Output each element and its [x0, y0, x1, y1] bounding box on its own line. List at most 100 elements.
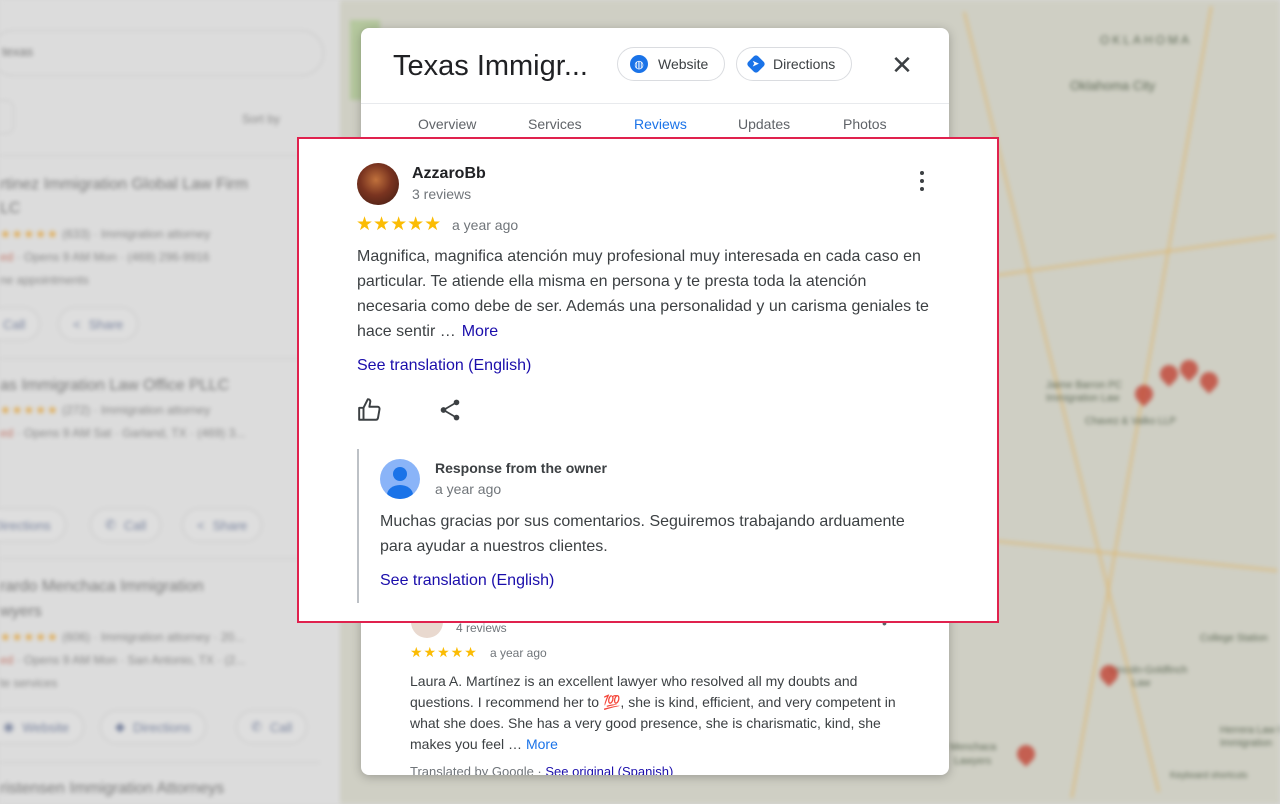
- listing-category: Immigration attorney: [100, 227, 211, 241]
- listing-name[interactable]: ristensen Immigration Attorneys: [0, 780, 224, 798]
- close-button[interactable]: ✕: [887, 50, 917, 80]
- results-list: texas Sort by rtinez Immigration Global …: [0, 0, 340, 804]
- map-pin[interactable]: [1013, 741, 1039, 767]
- call-button[interactable]: ✆ Call: [236, 710, 308, 744]
- share-button[interactable]: < Share: [182, 508, 263, 542]
- search-box[interactable]: [0, 30, 324, 76]
- review-time: a year ago: [490, 646, 547, 660]
- share-button[interactable]: < Share: [58, 307, 139, 341]
- share-button[interactable]: [437, 397, 463, 423]
- map-pin[interactable]: [1156, 361, 1182, 387]
- tab-reviews[interactable]: Reviews: [634, 116, 687, 132]
- listing-phone: (2...: [224, 653, 246, 667]
- more-link[interactable]: More: [526, 736, 558, 752]
- like-button[interactable]: [357, 397, 383, 423]
- owner-response-text: Muchas gracias por sus comentarios. Segu…: [380, 513, 905, 555]
- see-translation-link[interactable]: See translation (English): [380, 572, 554, 590]
- map-label-firm: Law: [1132, 678, 1151, 689]
- rating-stars: ★★★★★: [410, 644, 478, 660]
- owner-response-time: a year ago: [435, 481, 502, 497]
- map-label-firm: Chavez & Valko LLP: [1085, 416, 1176, 427]
- website-button[interactable]: ◍ Website: [617, 47, 726, 81]
- reviewer-name[interactable]: AzzaroBb: [412, 165, 486, 183]
- globe-icon: ◍: [630, 55, 648, 73]
- sort-label[interactable]: Sort by: [242, 112, 280, 126]
- listing-category: Immigration attorney: [100, 403, 211, 417]
- map-label-city: Oklahoma City: [1070, 78, 1156, 93]
- divider: [0, 762, 320, 763]
- directions-icon: ➤: [746, 54, 766, 74]
- more-vert-icon[interactable]: [911, 171, 933, 199]
- listing-hours: Opens 9 AM Mon: [24, 250, 117, 264]
- tab-overview[interactable]: Overview: [418, 116, 476, 132]
- share-icon: [440, 399, 460, 421]
- reviewer-meta: 3 reviews: [412, 186, 472, 202]
- map-label-firm: Lincoln-Goldfinch: [1110, 665, 1188, 676]
- listing-hours: Opens 9 AM Mon: [24, 653, 117, 667]
- thumbs-up-icon: [358, 398, 381, 421]
- map-label-firm: Lawyers: [954, 756, 992, 767]
- listing-place: San Antonio, TX: [127, 653, 214, 667]
- call-button[interactable]: Call: [0, 307, 41, 341]
- reviewer-meta[interactable]: 4 reviews: [456, 621, 507, 635]
- map-label-firm: Herrera Law Firm: [1220, 725, 1280, 736]
- map-label-state: OKLAHOMA: [1100, 33, 1193, 47]
- map-label-city: College Station: [1200, 633, 1268, 644]
- rating-count: (633): [62, 227, 91, 241]
- listing-name[interactable]: as Immigration Law Office PLLC: [0, 377, 229, 395]
- owner-response: Response from the owner a year ago Mucha…: [357, 449, 937, 603]
- see-original-link[interactable]: See original (Spanish): [545, 764, 673, 775]
- map-label-firm: Jaime Barron PC: [1046, 380, 1123, 391]
- see-translation-link[interactable]: See translation (English): [357, 357, 531, 375]
- close-icon: ✕: [891, 49, 913, 80]
- listing-name[interactable]: LC: [0, 200, 20, 218]
- divider: [0, 558, 320, 559]
- call-button[interactable]: ✆ Call: [90, 508, 162, 542]
- listing-extra: ne appointments: [0, 273, 89, 287]
- website-label: Website: [658, 56, 709, 72]
- tab-updates[interactable]: Updates: [738, 116, 790, 132]
- card-header: Texas Immigr... ◍ Website ➤ Directions ✕: [361, 28, 949, 104]
- listing-category: Immigration attorney · 20...: [100, 630, 245, 644]
- listing-name[interactable]: rardo Menchaca Immigration: [0, 578, 204, 596]
- keyboard-shortcuts[interactable]: Keyboard shortcuts: [1170, 770, 1248, 780]
- listing-extra: te services: [0, 676, 58, 690]
- divider: [0, 155, 320, 156]
- review-text: Laura A. Martínez is an excellent lawyer…: [410, 673, 896, 752]
- listing-name[interactable]: rtinez Immigration Global Law Firm: [0, 176, 248, 194]
- map-label-firm: Immigration: [1220, 738, 1273, 749]
- tab-photos[interactable]: Photos: [843, 116, 887, 132]
- review-item: 4 reviews • ★★★★★ a year ago Laura A. Ma…: [361, 615, 949, 775]
- rating-stars: ★★★★★: [356, 214, 442, 235]
- review-time: a year ago: [452, 217, 519, 233]
- map-label-firm: Menchaca: [950, 742, 997, 753]
- listing-name[interactable]: wyers: [0, 603, 42, 621]
- map-pin[interactable]: [1131, 381, 1157, 407]
- page-title: Texas Immigr...: [393, 50, 588, 82]
- map-pin[interactable]: [1176, 356, 1202, 382]
- listing-hours: Opens 9 AM Sat: [24, 426, 112, 440]
- directions-label: Directions: [773, 56, 836, 72]
- more-link[interactable]: More: [462, 323, 498, 340]
- highlighted-review: AzzaroBb 3 reviews ★★★★★ a year ago Magn…: [297, 137, 999, 623]
- review-text: Magnifica, magnifica atención muy profes…: [357, 248, 929, 340]
- translated-note: Translated by Google · See original (Spa…: [410, 764, 673, 775]
- website-button[interactable]: ◉ Website: [0, 710, 85, 744]
- tab-services[interactable]: Services: [528, 116, 582, 132]
- owner-avatar-icon: [380, 459, 420, 499]
- rating-count: (272): [62, 403, 91, 417]
- listing-phone: (469) 3...: [197, 426, 246, 440]
- directions-button[interactable]: ➤ Directions: [736, 47, 853, 81]
- listing-phone: (469) 296-9916: [127, 250, 210, 264]
- rating-count: (606): [62, 630, 91, 644]
- listing-place: Garland, TX: [122, 426, 187, 440]
- filter-button[interactable]: [0, 100, 14, 134]
- directions-button[interactable]: ◆ Directions: [100, 710, 206, 744]
- owner-response-label: Response from the owner: [435, 460, 607, 476]
- divider: [0, 358, 320, 359]
- map-pin[interactable]: [1196, 368, 1222, 394]
- directions-button[interactable]: Directions: [0, 508, 66, 542]
- rating-stars: ★★★★★: [0, 227, 59, 241]
- avatar[interactable]: [357, 163, 399, 205]
- map-label-firm: Immigration Law: [1046, 393, 1120, 404]
